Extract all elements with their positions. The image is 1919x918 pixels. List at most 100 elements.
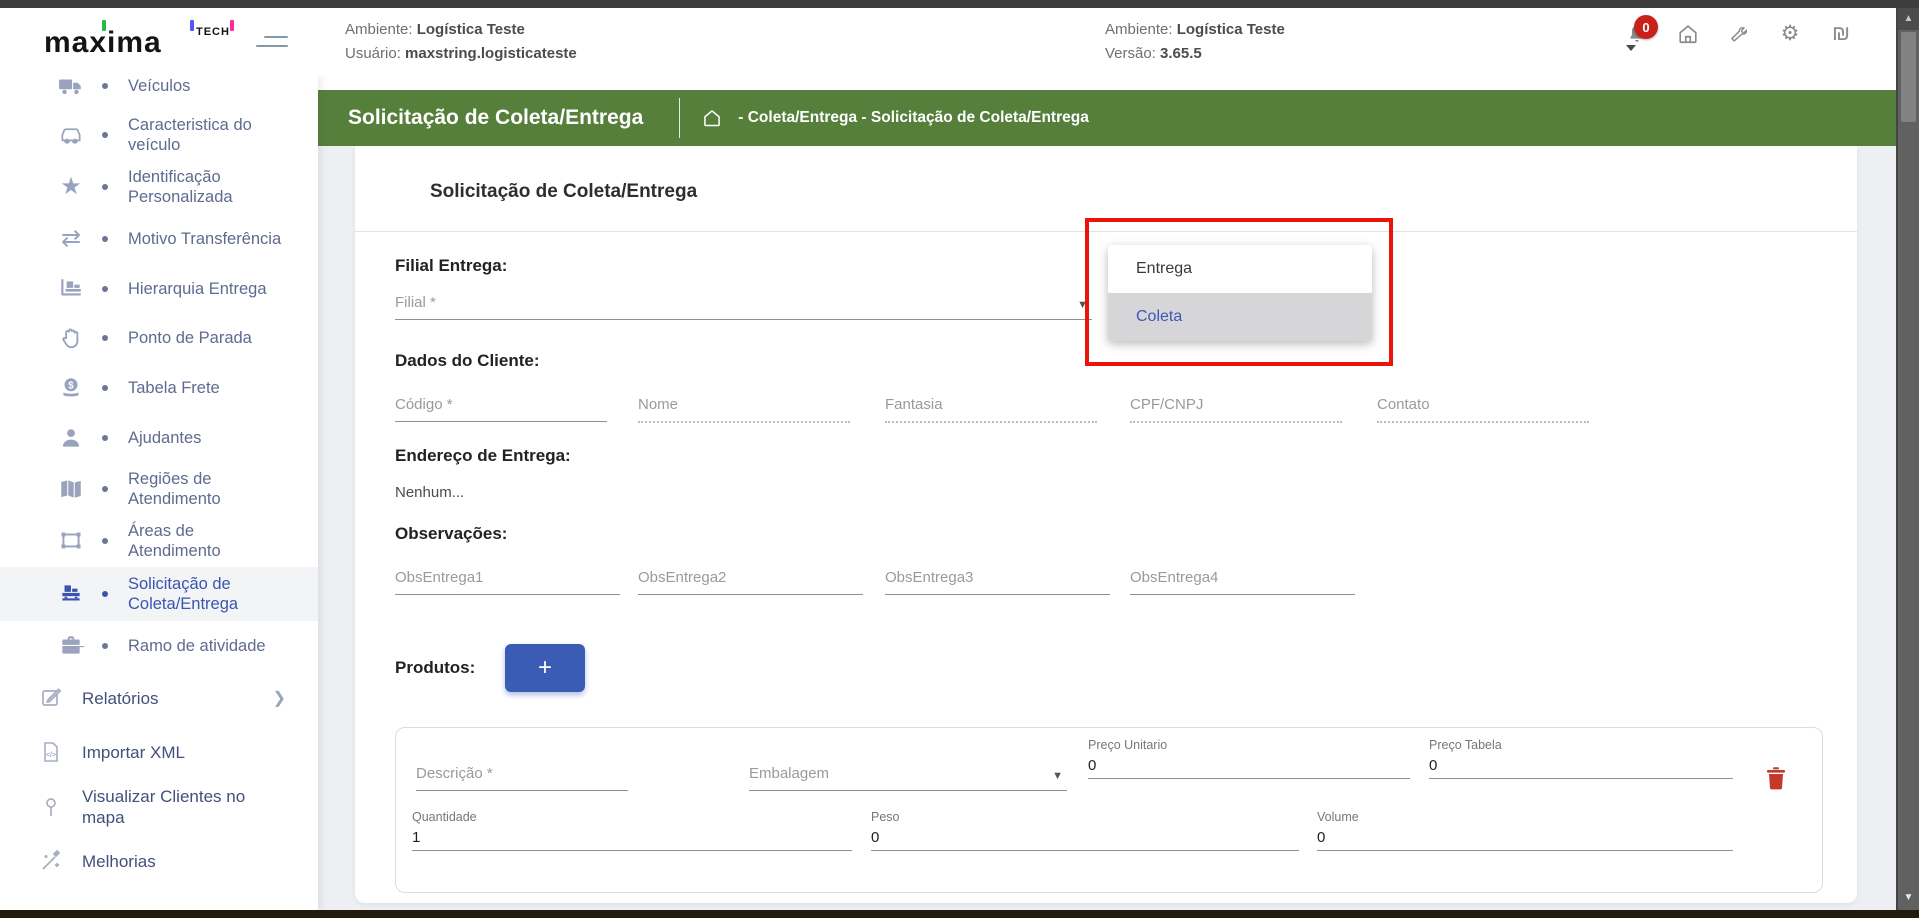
currency-shekel-icon[interactable]: ₪ <box>1828 21 1854 47</box>
sidebar-item-label: Tabela Frete <box>128 378 288 398</box>
settings-gear-icon[interactable]: ⚙ <box>1777 21 1803 47</box>
scrollbar-up-arrow-icon[interactable]: ▲ <box>1898 8 1919 30</box>
descricao-field[interactable]: Descrição * <box>416 743 628 791</box>
add-product-button[interactable]: + <box>505 644 585 692</box>
sidebar-item-hierarquia-entrega[interactable]: Hierarquia Entrega <box>0 265 318 313</box>
hand-stop-icon <box>58 325 84 351</box>
sidebar-item-label: Ajudantes <box>128 428 288 448</box>
sidebar-group-label: Visualizar Clientes no mapa <box>82 786 282 828</box>
sidebar-item-ramo-atividade[interactable]: Ramo de atividade <box>0 621 318 671</box>
bullet-dot <box>102 435 108 441</box>
endereco-entrega-heading: Endereço de Entrega: <box>395 446 571 466</box>
bullet-dot <box>102 132 108 138</box>
notifications-bell-icon[interactable]: 0 <box>1624 21 1650 47</box>
preco-unitario-value: 0 <box>1088 752 1410 778</box>
cpf-cnpj-field[interactable]: CPF/CNPJ <box>1130 396 1342 423</box>
sidebar-item-label: Ponto de Parada <box>128 328 288 348</box>
car-icon <box>58 122 84 148</box>
ambiente2-label: Ambiente: <box>1105 21 1173 38</box>
quantidade-label: Quantidade <box>412 810 852 824</box>
contato-field[interactable]: Contato <box>1377 396 1589 423</box>
sidebar-group-label: Melhorias <box>82 851 282 872</box>
sidebar-item-caracteristica-veiculo[interactable]: Caracteristica do veículo <box>0 109 318 161</box>
transfer-arrows-icon: ⇄ <box>58 226 84 252</box>
header-icon-bar: 0 ⚙ ₪ <box>1624 14 1854 54</box>
bullet-dot <box>102 184 108 190</box>
sidebar-group-importar-xml[interactable]: </> Importar XML <box>0 725 318 779</box>
obs-entrega2-field[interactable]: ObsEntrega2 <box>638 569 863 595</box>
chevron-right-icon: ❯ <box>273 688 286 708</box>
person-icon <box>58 425 84 451</box>
delete-product-trash-icon[interactable] <box>1764 764 1790 792</box>
obs-entrega4-field[interactable]: ObsEntrega4 <box>1130 569 1355 595</box>
sidebar-group-melhorias[interactable]: Melhorias <box>0 835 318 887</box>
taskbar-strip <box>0 910 1919 918</box>
sidebar-item-label: Áreas de Atendimento <box>128 521 288 561</box>
bullet-dot <box>102 643 108 649</box>
svg-text:$: $ <box>68 381 74 392</box>
preco-unitario-field[interactable]: Preço Unitario 0 <box>1088 738 1410 779</box>
sidebar-scroll-area: Veículos Caracteristica do veículo ★ Ide… <box>0 75 318 887</box>
sidebar-item-solicitacao-coleta-entrega[interactable]: Solicitação de Coleta/Entrega <box>0 567 318 621</box>
fantasia-placeholder: Fantasia <box>885 396 1097 421</box>
bullet-dot <box>102 538 108 544</box>
filial-placeholder: Filial * <box>395 294 1092 319</box>
header-gap <box>318 75 1896 90</box>
maximatech-logo: maxima TECH <box>44 22 244 64</box>
tipo-solicitacao-dropdown: Entrega Coleta <box>1108 245 1372 341</box>
obs-entrega4-placeholder: ObsEntrega4 <box>1130 569 1355 594</box>
vertical-scrollbar[interactable]: ▲ ▼ <box>1896 8 1919 910</box>
embalagem-select[interactable]: Embalagem ▼ <box>749 743 1067 791</box>
filial-select[interactable]: Filial * ▼ <box>395 294 1092 320</box>
preco-unitario-label: Preço Unitario <box>1088 738 1410 752</box>
sidebar-group-relatorios[interactable]: Relatórios ❯ <box>0 671 318 725</box>
scrollbar-thumb[interactable] <box>1901 32 1916 122</box>
quantidade-field[interactable]: Quantidade 1 <box>412 810 852 851</box>
sidebar-item-tabela-frete[interactable]: $ Tabela Frete <box>0 363 318 413</box>
sidebar-group-visualizar-clientes-mapa[interactable]: Visualizar Clientes no mapa <box>0 779 318 835</box>
ambiente-value: Logística Teste <box>417 21 525 38</box>
sidebar-item-motivo-transferencia[interactable]: ⇄ Motivo Transferência <box>0 213 318 265</box>
sidebar-item-areas-atendimento[interactable]: Áreas de Atendimento <box>0 515 318 567</box>
versao-label: Versão: <box>1105 45 1156 62</box>
sidebar-nav: Veículos Caracteristica do veículo ★ Ide… <box>0 75 318 910</box>
preco-tabela-field[interactable]: Preço Tabela 0 <box>1429 738 1733 779</box>
codigo-placeholder: Código * <box>395 396 607 421</box>
volume-field[interactable]: Volume 0 <box>1317 810 1733 851</box>
menu-toggle-icon[interactable] <box>256 34 288 52</box>
peso-field[interactable]: Peso 0 <box>871 810 1299 851</box>
codigo-field[interactable]: Código * <box>395 396 607 422</box>
sidebar-item-veiculos[interactable]: Veículos <box>0 75 318 109</box>
form-title: Solicitação de Coleta/Entrega <box>430 181 697 203</box>
form-card: Solicitação de Coleta/Entrega Filial Ent… <box>355 146 1857 903</box>
scrollbar-down-arrow-icon[interactable]: ▼ <box>1898 888 1919 908</box>
logo-tick-blue <box>190 20 194 31</box>
sidebar-item-identificacao-personalizada[interactable]: ★ Identificação Personalizada <box>0 161 318 213</box>
fantasia-field[interactable]: Fantasia <box>885 396 1097 423</box>
svg-text:</>: </> <box>46 752 56 759</box>
page-header-bar: Solicitação de Coleta/Entrega - Coleta/E… <box>318 90 1896 146</box>
sidebar-item-label: Veículos <box>128 76 288 96</box>
map-pin-icon <box>38 794 64 820</box>
chevron-down-icon: ▼ <box>1077 299 1088 311</box>
ambiente2-value: Logística Teste <box>1177 21 1285 38</box>
tools-wrench-icon[interactable] <box>1726 21 1752 47</box>
sidebar-item-ajudantes[interactable]: Ajudantes <box>0 413 318 463</box>
usuario-value: maxstring.logisticateste <box>405 45 577 62</box>
bullet-dot <box>102 486 108 492</box>
obs-entrega1-field[interactable]: ObsEntrega1 <box>395 569 620 595</box>
sidebar-item-regioes-atendimento[interactable]: Regiões de Atendimento <box>0 463 318 515</box>
breadcrumb-home-icon[interactable] <box>702 108 722 128</box>
sidebar-item-ponto-de-parada[interactable]: Ponto de Parada <box>0 313 318 363</box>
dropdown-option-coleta[interactable]: Coleta <box>1108 293 1372 341</box>
nome-field[interactable]: Nome <box>638 396 850 423</box>
logo-tick-green <box>102 20 106 31</box>
obs-entrega3-field[interactable]: ObsEntrega3 <box>885 569 1110 595</box>
descricao-placeholder: Descrição * <box>416 743 628 790</box>
version-info: Ambiente: Logística Teste Versão: 3.65.5 <box>1105 18 1285 66</box>
home-icon[interactable] <box>1675 21 1701 47</box>
filial-entrega-heading: Filial Entrega: <box>395 256 507 276</box>
dropdown-option-entrega[interactable]: Entrega <box>1108 245 1372 293</box>
sidebar-item-label: Hierarquia Entrega <box>128 279 288 299</box>
main-region: Solicitação de Coleta/Entrega - Coleta/E… <box>318 75 1896 910</box>
